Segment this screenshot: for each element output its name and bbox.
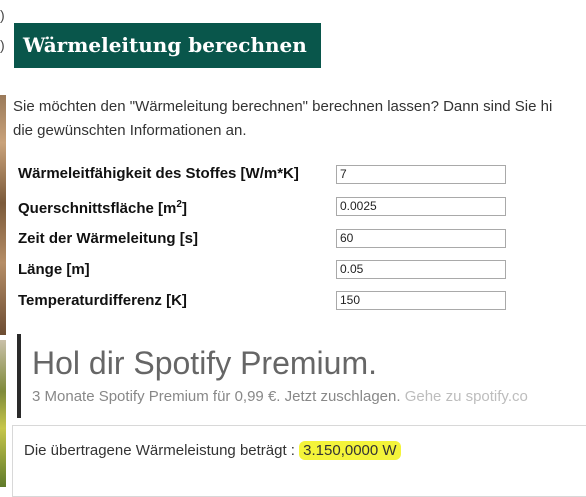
time-label: Zeit der Wärmeleitung [s]: [18, 230, 199, 247]
length-label: Länge [m]: [18, 261, 90, 278]
intro-line: die gewünschten Informationen an.: [13, 122, 247, 139]
left-edge-image: [0, 95, 6, 335]
area-label-text: Querschnittsfläche [m: [18, 200, 177, 217]
conductivity-input[interactable]: [336, 165, 506, 184]
intro-text: Sie möchten den "Wärmeleitung berechnen"…: [13, 95, 586, 143]
temperature-diff-label: Temperaturdifferenz [K]: [18, 292, 187, 309]
result-label: Die übertragene Wärmeleistung beträgt :: [24, 442, 300, 459]
left-edge-fragment: ) ): [0, 0, 6, 90]
temperature-diff-input[interactable]: [336, 291, 506, 310]
area-input[interactable]: [336, 197, 506, 216]
left-edge-mark: ): [0, 37, 5, 53]
area-label-end: ]: [181, 200, 187, 217]
page-title: Wärmeleitung berechnen: [23, 33, 307, 57]
page-title-banner: Wärmeleitung berechnen: [14, 23, 321, 68]
ad-accent-bar: [17, 334, 21, 418]
ad-subtitle: 3 Monate Spotify Premium für 0,99 €. Jet…: [32, 388, 528, 405]
ad-subtitle-text: 3 Monate Spotify Premium für 0,99 €. Jet…: [32, 388, 401, 405]
left-edge-image: [0, 340, 6, 487]
area-label: Querschnittsfläche [m2]: [18, 199, 187, 217]
intro-line: Sie möchten den "Wärmeleitung berechnen"…: [13, 98, 553, 115]
time-input[interactable]: [336, 229, 506, 248]
length-input[interactable]: [336, 260, 506, 279]
conductivity-label: Wärmeleitfähigkeit des Stoffes [W/m*K]: [18, 165, 299, 182]
result-line: Die übertragene Wärmeleistung beträgt : …: [24, 441, 401, 460]
ad-link[interactable]: Gehe zu spotify.co: [405, 388, 528, 405]
result-value: 3.150,0000 W: [299, 441, 401, 460]
left-edge-mark: ): [0, 7, 5, 23]
ad-title[interactable]: Hol dir Spotify Premium.: [32, 345, 377, 382]
result-box: Die übertragene Wärmeleistung beträgt : …: [12, 425, 586, 497]
